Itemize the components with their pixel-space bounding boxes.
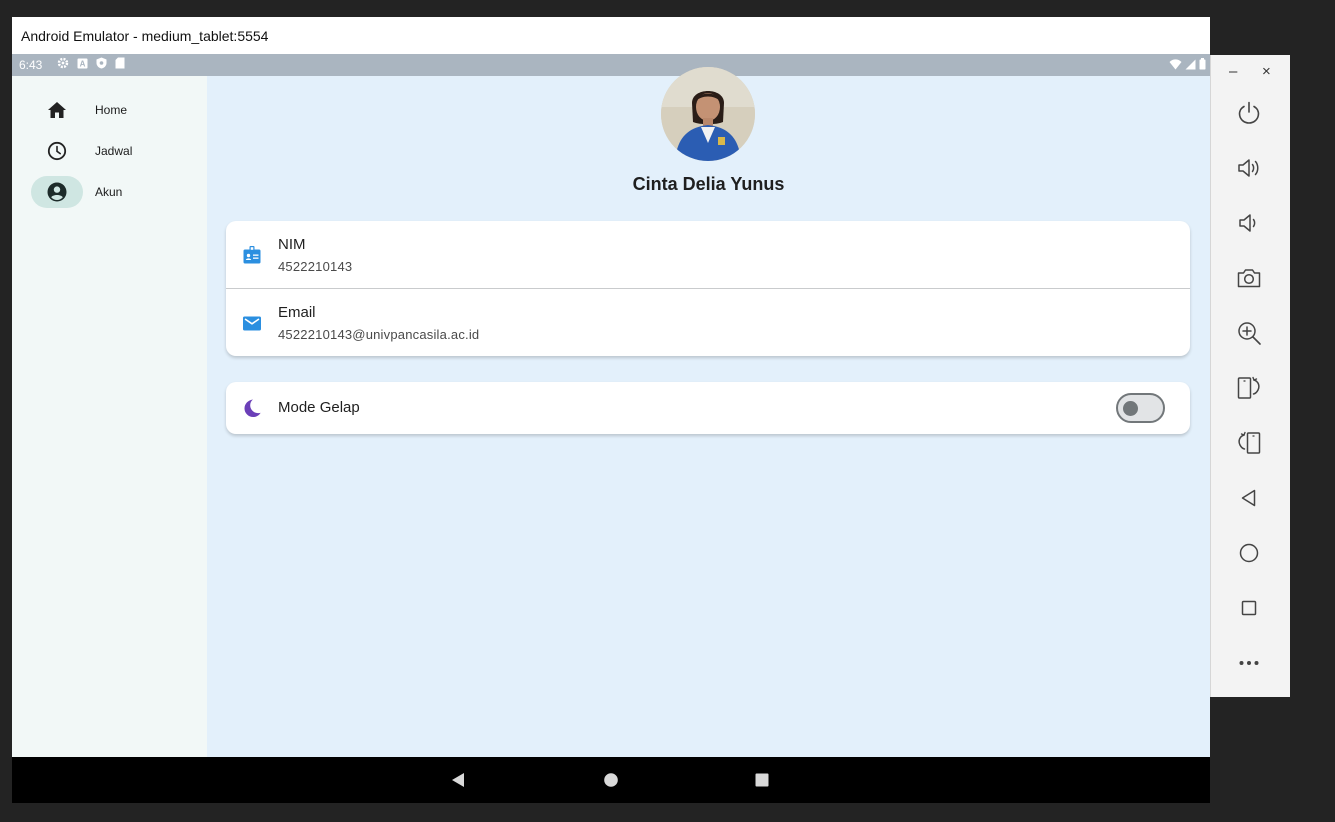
nav-back-button[interactable] <box>449 771 467 789</box>
badge-icon <box>243 246 261 264</box>
rotate-left-icon <box>1237 376 1260 399</box>
avatar <box>661 67 755 161</box>
rotate-right-button[interactable] <box>1233 427 1265 459</box>
rail-item-jadwal[interactable]: Jadwal <box>31 135 201 167</box>
account-page: Cinta Delia Yunus NIM 4522210143 Email 4… <box>207 67 1210 757</box>
nim-value: 4522210143 <box>278 259 353 274</box>
email-row: Email 4522210143@univpancasila.ac.id <box>226 289 1190 356</box>
email-title: Email <box>278 304 316 321</box>
clock-icon <box>47 141 67 161</box>
home-icon <box>48 102 66 118</box>
emulator-toolbar: – × <box>1210 55 1290 697</box>
rail-item-label: Home <box>95 103 128 117</box>
volume-down-button[interactable] <box>1233 207 1265 239</box>
navigation-rail: Home Jadwal Akun <box>12 76 207 757</box>
rail-akun-icon-wrap <box>31 176 83 208</box>
status-icons-right <box>1169 58 1206 70</box>
back-triangle-icon <box>452 773 464 787</box>
window-titlebar: Android Emulator - medium_tablet:5554 <box>12 17 1210 54</box>
mail-icon <box>243 316 261 331</box>
rail-jadwal-icon-wrap <box>31 135 83 167</box>
screenshot-button[interactable] <box>1233 262 1265 294</box>
back-icon <box>1241 489 1256 507</box>
home-button[interactable] <box>1233 537 1265 569</box>
more-icon <box>1239 661 1259 665</box>
a-notification-icon: A <box>77 58 88 68</box>
info-card: NIM 4522210143 Email 4522210143@univpanc… <box>226 221 1190 356</box>
profile-name: Cinta Delia Yunus <box>632 174 785 194</box>
back-button[interactable] <box>1233 482 1265 514</box>
status-bar: 6:43 A <box>12 54 1210 76</box>
home-icon <box>1239 543 1259 563</box>
minimize-button[interactable]: – <box>1229 63 1237 80</box>
zoom-button[interactable] <box>1233 317 1265 349</box>
overview-square-icon <box>755 773 769 787</box>
nim-row: NIM 4522210143 <box>226 221 1190 288</box>
rail-item-label: Akun <box>95 185 123 199</box>
moon-icon <box>244 399 261 417</box>
nim-title: NIM <box>278 236 306 253</box>
shield-icon <box>96 57 107 69</box>
home-circle-icon <box>604 773 618 787</box>
wifi-icon <box>1169 58 1182 69</box>
email-value: 4522210143@univpancasila.ac.id <box>278 327 480 342</box>
power-icon <box>1238 101 1260 124</box>
volume-up-button[interactable] <box>1233 152 1265 184</box>
window-title: Android Emulator - medium_tablet:5554 <box>21 28 269 44</box>
volume-up-icon <box>1238 159 1259 177</box>
battery-icon <box>1199 58 1206 70</box>
dark-mode-label: Mode Gelap <box>278 399 360 416</box>
dark-mode-switch[interactable] <box>1116 393 1165 423</box>
svg-text:A: A <box>80 59 86 68</box>
signal-icon <box>1185 59 1196 69</box>
camera-icon <box>1237 269 1261 288</box>
sd-card-icon <box>115 57 125 69</box>
android-nav-bar <box>12 757 1210 803</box>
nav-overview-button[interactable] <box>753 771 771 789</box>
nav-home-button[interactable] <box>602 771 620 789</box>
settings-icon <box>57 57 69 69</box>
status-time: 6:43 <box>19 58 43 72</box>
overview-icon <box>1241 600 1257 616</box>
rail-item-akun[interactable]: Akun <box>31 176 201 208</box>
profile-photo <box>661 67 755 161</box>
zoom-in-icon <box>1238 322 1261 345</box>
emulator-window: Android Emulator - medium_tablet:5554 6:… <box>12 17 1210 803</box>
account-circle-icon <box>47 182 67 202</box>
rail-item-label: Jadwal <box>95 144 133 158</box>
power-button[interactable] <box>1233 97 1265 129</box>
switch-knob <box>1123 401 1138 416</box>
rotate-right-icon <box>1238 431 1261 454</box>
rail-home-icon-wrap <box>31 94 83 126</box>
rotate-left-button[interactable] <box>1233 372 1265 404</box>
status-icons-left: A <box>57 57 125 69</box>
close-button[interactable]: × <box>1262 63 1271 80</box>
overview-button[interactable] <box>1233 592 1265 624</box>
volume-down-icon <box>1239 214 1256 232</box>
rail-item-home[interactable]: Home <box>31 94 201 126</box>
dark-mode-card: Mode Gelap <box>226 382 1190 434</box>
more-button[interactable] <box>1233 647 1265 679</box>
device-screen: 6:43 A Home Jadwal Akun Cinta Delia Yunu… <box>12 54 1210 757</box>
